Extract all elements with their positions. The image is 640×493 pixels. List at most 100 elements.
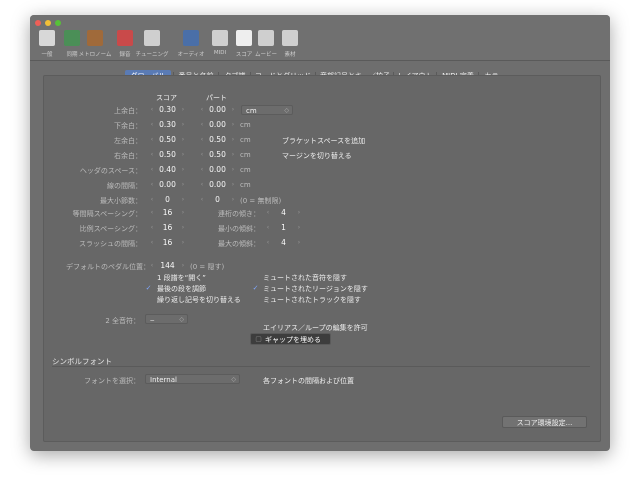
stepper-right-icon[interactable]: › — [230, 150, 236, 160]
pedal-position-note: (0 = 隠す) — [190, 263, 225, 271]
spacing-value-field[interactable]: 16 — [155, 223, 180, 233]
unit-label: cm — [240, 166, 251, 174]
checkbox-icon[interactable] — [145, 274, 152, 281]
spacing-value-field[interactable]: 16 — [155, 208, 180, 218]
part-value-field[interactable]: 0.00 — [205, 120, 230, 130]
stepper-right-icon[interactable]: › — [180, 135, 186, 145]
part-value-field[interactable]: 0.00 — [205, 180, 230, 190]
stepper-right-icon[interactable]: › — [296, 238, 302, 248]
toolbar-item-label: チューニング — [135, 52, 169, 58]
spacing-label: スラッシュの間隔： — [79, 240, 142, 248]
audio-wave-icon — [183, 30, 199, 46]
checkbox-icon[interactable]: ✓ — [252, 285, 259, 292]
briefcase-icon — [282, 30, 298, 46]
stepper-right-icon[interactable]: › — [230, 180, 236, 190]
window-toolbar: 一般 同期 メトロノーム 録音 チューニング オーディオ MIDI スコア ムービー 素材 — [30, 15, 610, 61]
checkbox-label: 1 段譜を“開く” — [157, 274, 206, 282]
spacing-label: 等間隔スペーシング： — [72, 210, 142, 218]
switch-icon — [39, 30, 55, 46]
toolbar-item-9[interactable]: 素材 — [275, 28, 305, 58]
stepper-right-icon[interactable]: › — [180, 150, 186, 160]
score-value-field[interactable]: 0.30 — [155, 105, 180, 115]
part-value-field[interactable]: 0.00 — [205, 165, 230, 175]
toolbar-item-4[interactable]: チューニング — [135, 28, 169, 58]
stepper-right-icon[interactable]: › — [230, 120, 236, 130]
whole-rest-label: 2 全音符： — [105, 317, 140, 325]
margin-row-label: ヘッダのスペース： — [79, 167, 142, 175]
stepper-right-icon[interactable]: › — [230, 105, 236, 115]
stepper-right-icon[interactable]: › — [180, 180, 186, 190]
stepper-right-icon[interactable]: › — [230, 135, 236, 145]
checkbox-icon[interactable] — [145, 296, 152, 303]
pedal-position-field[interactable]: 144 — [155, 261, 180, 271]
unit-label: cm — [240, 121, 251, 129]
chevron-updown-icon: ◇ — [284, 107, 289, 114]
beam-label: 最小の傾斜： — [218, 225, 260, 233]
whole-rest-value: ‒ — [150, 316, 155, 324]
unit-label: cm — [240, 151, 251, 159]
checkbox-label: マージンを切り替える — [282, 152, 352, 160]
stepper-right-icon[interactable]: › — [180, 165, 186, 175]
stepper-right-icon[interactable]: › — [180, 195, 186, 205]
beam-value-field[interactable]: 4 — [271, 238, 296, 248]
metronome-icon — [87, 30, 103, 46]
stepper-right-icon[interactable]: › — [180, 208, 186, 218]
score-value-field[interactable]: 0.00 — [155, 180, 180, 190]
spacing-value-field[interactable]: 16 — [155, 238, 180, 248]
close-window-button[interactable] — [35, 20, 41, 26]
stepper-right-icon[interactable]: › — [180, 238, 186, 248]
stepper-right-icon[interactable]: › — [180, 261, 186, 271]
font-select-label: フォントを選択： — [84, 377, 140, 385]
minimize-window-button[interactable] — [45, 20, 51, 26]
font-select-value: Internal — [150, 376, 177, 384]
score-preferences-button[interactable]: スコア環境設定... — [502, 416, 587, 428]
score-value-field[interactable]: 0.30 — [155, 120, 180, 130]
beam-value-field[interactable]: 4 — [271, 208, 296, 218]
part-value-field[interactable]: 0.00 — [205, 105, 230, 115]
stepper-right-icon[interactable]: › — [230, 195, 236, 205]
score-value-field[interactable]: 0.50 — [155, 150, 180, 160]
checkbox-icon: ▢ — [255, 335, 262, 343]
checkbox-icon[interactable]: ✓ — [145, 285, 152, 292]
font-spacing-position-label: 各フォントの間隔および位置 — [263, 377, 354, 385]
stepper-right-icon[interactable]: › — [230, 165, 236, 175]
unit-value: cm — [246, 107, 257, 115]
score-column-header: スコア — [156, 94, 177, 102]
part-value-field[interactable]: 0.50 — [205, 135, 230, 145]
checkbox-icon[interactable] — [270, 137, 277, 144]
toolbar-item-label: 素材 — [284, 52, 296, 58]
fill-gaps-label: ギャップを埋める — [265, 336, 321, 344]
beam-value-field[interactable]: 1 — [271, 223, 296, 233]
stepper-right-icon[interactable]: › — [296, 208, 302, 218]
score-value-field[interactable]: 0.40 — [155, 165, 180, 175]
checkbox-icon[interactable] — [252, 296, 259, 303]
movie-icon — [258, 30, 274, 46]
checkbox-icon[interactable] — [252, 274, 259, 281]
whole-rest-popup[interactable]: ‒ ◇ — [145, 314, 188, 324]
zoom-window-button[interactable] — [55, 20, 61, 26]
margin-row-label: 下余白： — [114, 122, 142, 130]
unit-popup[interactable]: cm ◇ — [241, 105, 293, 115]
record-icon — [117, 30, 133, 46]
score-note-icon — [236, 30, 252, 46]
unit-label: cm — [240, 181, 251, 189]
stepper-right-icon[interactable]: › — [180, 120, 186, 130]
fill-gaps-button[interactable]: ▢ ギャップを埋める — [250, 333, 331, 345]
preferences-window: 一般同期メトロノーム録音チューニングオーディオMIDIスコアムービー素材 グロー… — [30, 15, 610, 451]
margin-row-label: 上余白： — [114, 107, 142, 115]
part-value-field[interactable]: 0.50 — [205, 150, 230, 160]
margin-row-label: 最大小節数： — [100, 197, 142, 205]
chevron-updown-icon: ◇ — [179, 316, 184, 323]
allow-alias-loop-edit-label: エイリアス／ループの編集を許可 — [263, 324, 368, 332]
checkbox-icon[interactable] — [270, 152, 277, 159]
stepper-right-icon[interactable]: › — [180, 105, 186, 115]
pedal-position-label: デフォルトのペダル位置： — [66, 263, 150, 271]
stepper-right-icon[interactable]: › — [296, 223, 302, 233]
part-value-field[interactable]: 0 — [205, 195, 230, 205]
stepper-right-icon[interactable]: › — [180, 223, 186, 233]
font-select-popup[interactable]: Internal ◇ — [145, 374, 240, 384]
score-value-field[interactable]: 0.50 — [155, 135, 180, 145]
score-value-field[interactable]: 0 — [155, 195, 180, 205]
chevron-updown-icon: ◇ — [231, 376, 236, 383]
margin-row-label: 右余白： — [114, 152, 142, 160]
